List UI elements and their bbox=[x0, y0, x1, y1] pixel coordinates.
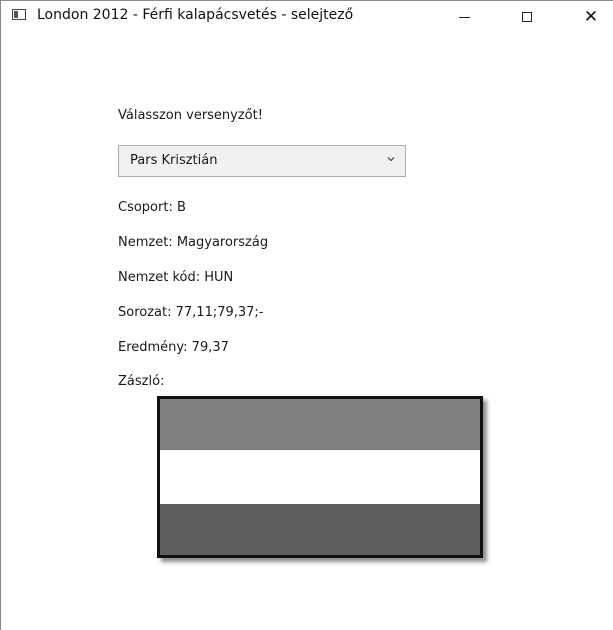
athlete-prompt-label: Válasszon versenyzőt! bbox=[118, 108, 263, 123]
title-bar[interactable]: London 2012 - Férfi kalapácsvetés - sele… bbox=[1, 1, 613, 33]
maximize-icon bbox=[522, 12, 532, 22]
group-label: Csoport: B bbox=[118, 200, 186, 215]
close-button[interactable]: ✕ bbox=[568, 1, 613, 33]
nation-label: Nemzet: Magyarország bbox=[118, 235, 269, 250]
nation-code-label: Nemzet kód: HUN bbox=[118, 270, 234, 285]
minimize-icon bbox=[458, 16, 470, 18]
flag-stripe-bottom bbox=[160, 504, 480, 555]
app-window-icon bbox=[12, 9, 26, 20]
flag-stripe-middle bbox=[160, 450, 480, 504]
athlete-select-value: Pars Krisztián bbox=[130, 153, 218, 168]
result-label: Eredmény: 79,37 bbox=[118, 340, 229, 355]
maximize-button[interactable] bbox=[504, 1, 550, 33]
close-icon: ✕ bbox=[583, 6, 599, 27]
minimize-button[interactable] bbox=[441, 1, 487, 33]
chevron-down-icon bbox=[387, 157, 395, 162]
window-title: London 2012 - Férfi kalapácsvetés - sele… bbox=[37, 7, 354, 23]
flag-image bbox=[157, 396, 483, 558]
athlete-select[interactable]: Pars Krisztián bbox=[118, 145, 406, 177]
app-window: London 2012 - Férfi kalapácsvetés - sele… bbox=[0, 0, 613, 630]
series-label: Sorozat: 77,11;79,37;- bbox=[118, 305, 264, 320]
flag-stripe-top bbox=[160, 399, 480, 450]
flag-label: Zászló: bbox=[118, 374, 165, 389]
